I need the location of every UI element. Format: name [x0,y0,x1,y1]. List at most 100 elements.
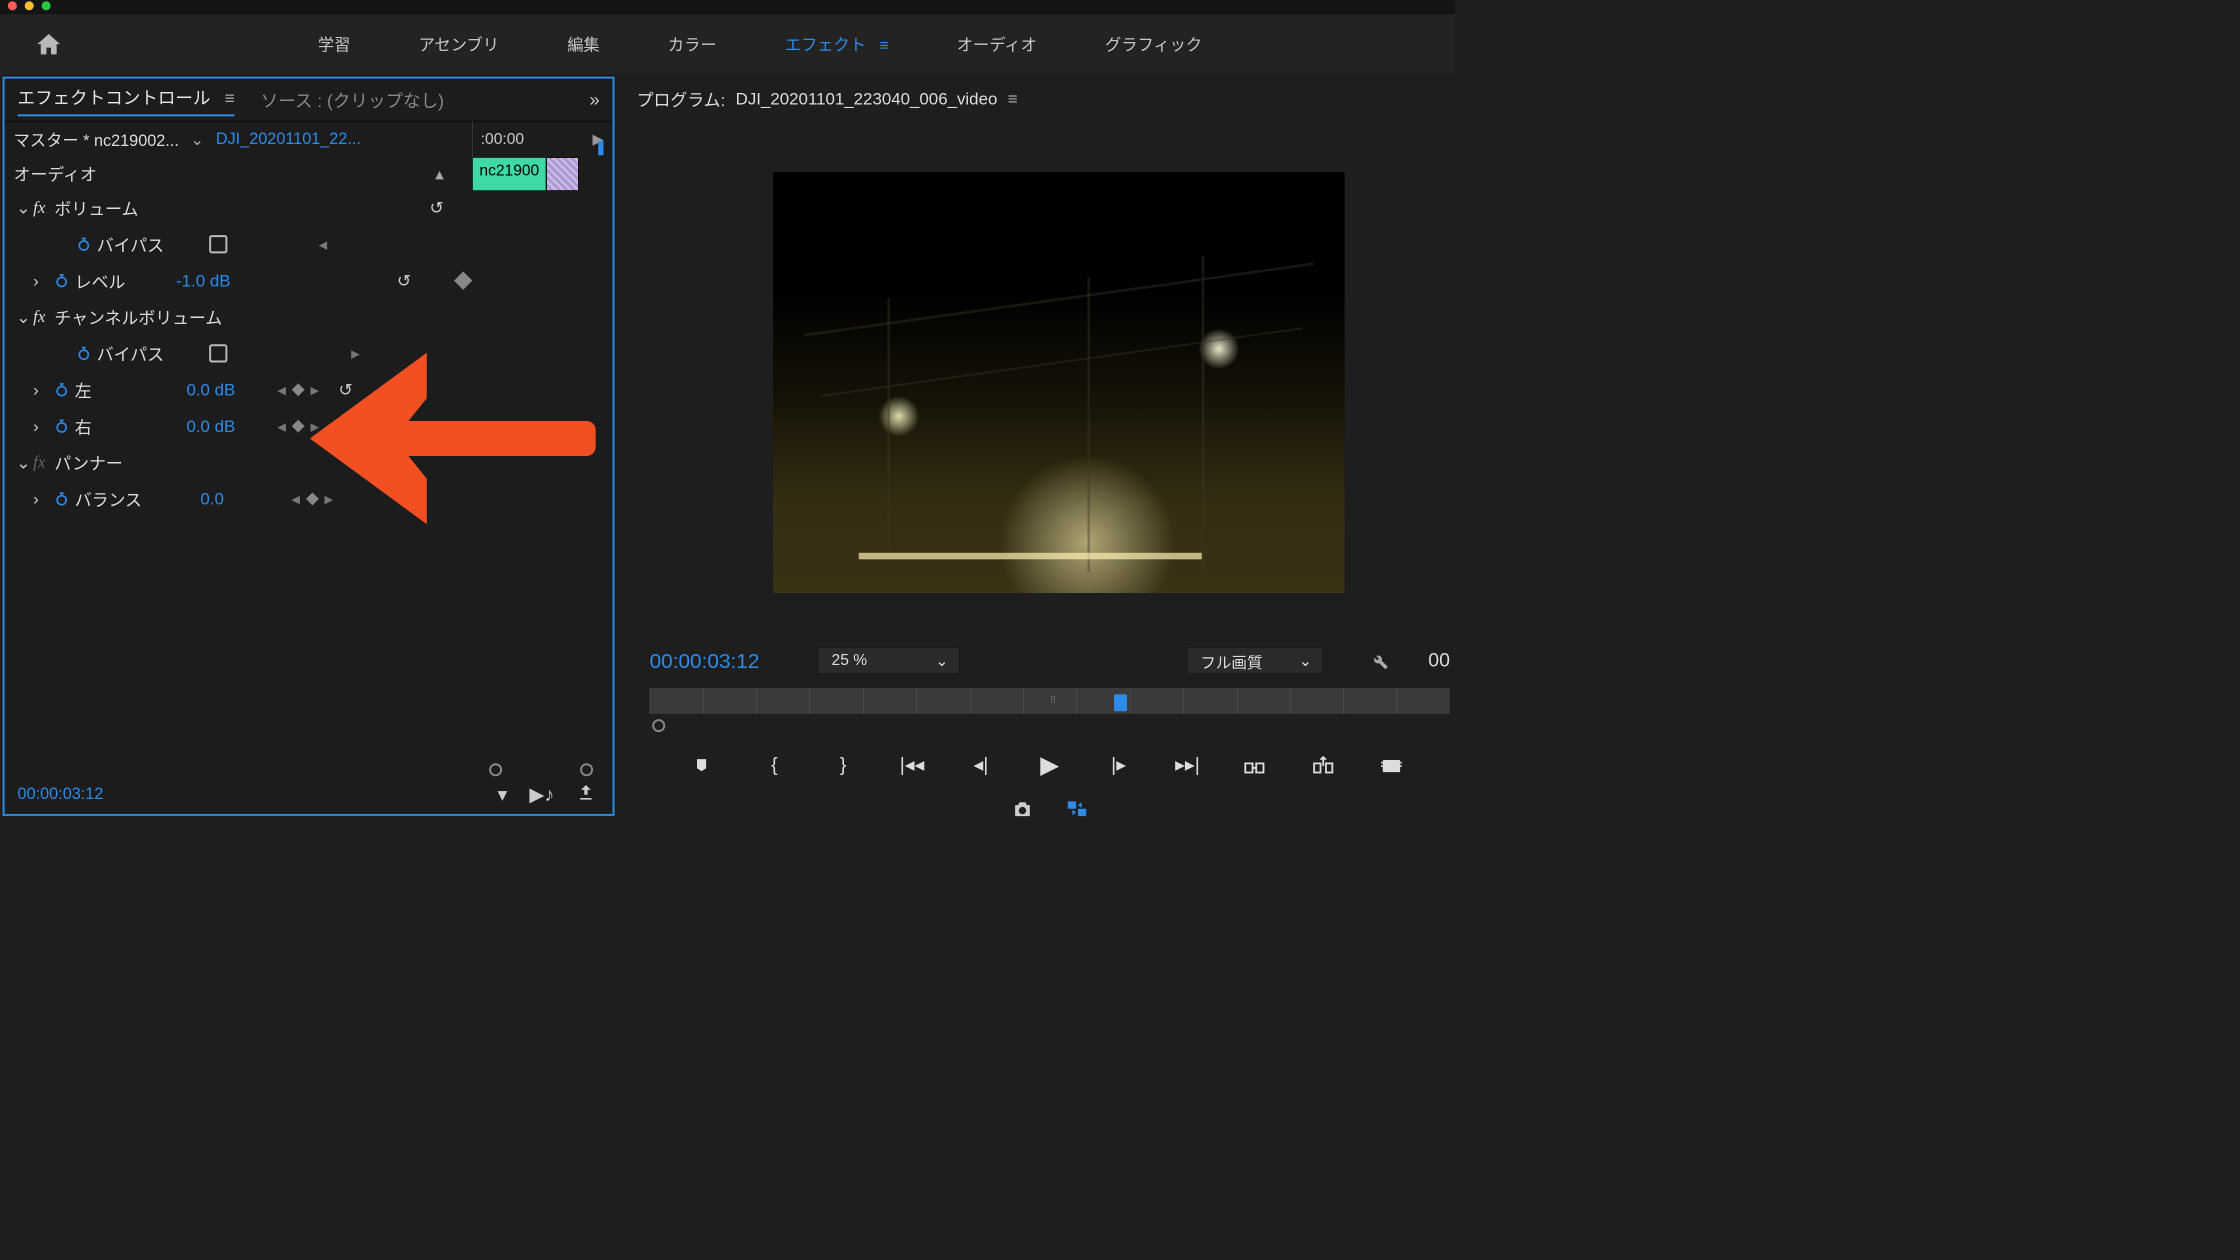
wrench-icon[interactable] [1368,650,1389,671]
next-keyframe-icon[interactable]: ▸ [351,343,359,363]
chevron-down-icon: ⌄ [1299,651,1312,670]
export-frame-icon[interactable] [1381,756,1407,774]
prev-keyframe-icon[interactable]: ◂ [291,489,299,509]
tab-learn[interactable]: 学習 [318,32,350,55]
right-label: 右 [75,414,92,438]
effect-mini-timeline[interactable]: :00:00 nc21900 [472,121,607,191]
fx-icon[interactable]: fx [33,453,45,472]
duration-timecode: 00 [1428,650,1450,672]
fx-icon[interactable]: fx [33,307,45,326]
expand-balance[interactable]: › [14,489,33,509]
zoom-select[interactable]: 25 %⌄ [818,647,960,674]
stopwatch-icon[interactable] [54,382,70,398]
balance-value[interactable]: 0.0 [200,489,278,509]
stopwatch-icon[interactable] [54,273,70,289]
window-zoom-dot[interactable] [42,1,51,10]
workspace-tabs: 学習 アセンブリ 編集 カラー エフェクト ≡ オーディオ グラフィック [65,32,1455,55]
program-sequence-name: DJI_20201101_223040_006_video [736,89,998,109]
mark-in-icon[interactable] [692,756,718,774]
play-icon[interactable]: ▶ [1037,750,1063,779]
next-keyframe-icon[interactable]: ▸ [311,380,319,400]
extract-icon[interactable] [1312,756,1338,774]
step-back-icon[interactable]: ◂| [968,754,994,777]
mini-timeline-start: :00:00 [481,130,524,148]
panel-tab-effect-controls[interactable]: エフェクトコントロール ≡ [18,83,235,115]
tab-effects[interactable]: エフェクト ≡ [785,32,889,55]
left-value[interactable]: 0.0 dB [186,380,264,400]
chevron-down-icon[interactable]: ⌄ [191,130,205,149]
tab-editing[interactable]: 編集 [567,32,599,55]
reset-icon[interactable]: ↺ [397,271,411,291]
playhead[interactable] [1114,694,1127,711]
home-button[interactable] [32,28,64,60]
quality-select[interactable]: フル画質⌄ [1187,647,1323,674]
master-clip-label[interactable]: マスター * nc219002... [14,128,179,151]
step-forward-icon[interactable]: |▸ [1106,754,1132,777]
bypass-checkbox[interactable] [209,235,227,253]
bypass-checkbox[interactable] [209,344,227,362]
keyframe-marker[interactable] [454,271,472,289]
expand-left[interactable]: › [14,380,33,400]
scroll-handle[interactable] [489,763,502,776]
collapse-icon[interactable]: ▴ [435,163,443,183]
expand-icon[interactable]: » [589,89,599,110]
panel-timecode[interactable]: 00:00:03:12 [18,785,104,804]
play-only-icon[interactable]: ▶♪ [529,783,554,806]
panel-menu-icon[interactable]: ≡ [1008,89,1018,109]
next-keyframe-icon[interactable]: ▸ [325,489,333,509]
filter-icon[interactable]: ▾ [498,783,508,806]
stopwatch-icon[interactable] [76,236,92,252]
window-close-dot[interactable] [8,1,17,10]
prev-keyframe-icon[interactable]: ◂ [319,234,327,254]
sequence-clip-label[interactable]: DJI_20201101_22... [216,130,361,149]
audio-section-label: オーディオ [14,161,97,185]
prev-keyframe-icon[interactable]: ◂ [277,380,285,400]
go-to-out-icon[interactable]: ▸▸| [1174,754,1200,777]
add-keyframe-icon[interactable] [292,420,305,433]
tab-graphics[interactable]: グラフィック [1105,32,1202,55]
bypass-label: バイパス [97,341,164,365]
add-keyframe-icon[interactable] [292,383,305,396]
bypass-label: バイパス [97,232,164,256]
tab-color[interactable]: カラー [668,32,717,55]
program-timecode[interactable]: 00:00:03:12 [650,649,760,673]
mini-clip-audio[interactable]: nc21900 [472,157,546,191]
bracket-out-icon[interactable]: } [830,754,856,776]
reset-icon[interactable]: ↺ [339,380,353,400]
stopwatch-icon[interactable] [76,346,92,362]
level-value[interactable]: -1.0 dB [176,271,254,291]
bracket-in-icon[interactable]: { [761,754,787,776]
expand-volume[interactable]: ⌄ [14,198,33,218]
zoom-scroll-handle[interactable] [652,719,665,732]
export-icon[interactable] [576,783,595,806]
tab-audio[interactable]: オーディオ [957,32,1037,55]
stopwatch-icon[interactable] [54,418,70,434]
go-to-in-icon[interactable]: |◂◂ [899,754,925,777]
add-keyframe-icon[interactable] [306,492,319,505]
window-minimize-dot[interactable] [25,1,34,10]
expand-channel-volume[interactable]: ⌄ [14,307,33,327]
scroll-handle[interactable] [580,763,593,776]
reset-icon[interactable]: ↺ [430,198,444,218]
next-keyframe-icon[interactable]: ▸ [311,416,319,436]
expand-panner[interactable]: ⌄ [14,452,33,472]
fx-icon[interactable]: fx [33,198,45,217]
mini-playhead[interactable] [598,141,603,155]
tab-assembly[interactable]: アセンブリ [419,32,499,55]
comparison-view-icon[interactable] [1066,799,1088,818]
expand-right[interactable]: › [14,416,33,436]
panel-menu-icon[interactable]: ≡ [224,88,234,107]
hamburger-icon[interactable]: ≡ [875,37,888,55]
camera-icon[interactable] [1011,799,1033,818]
lift-icon[interactable] [1243,756,1269,774]
expand-level[interactable]: › [14,271,33,291]
program-scrubber[interactable]: ⠿ [650,688,1450,714]
reset-icon[interactable]: ↺ [339,416,353,436]
stopwatch-icon[interactable] [54,491,70,507]
prev-keyframe-icon[interactable]: ◂ [277,416,285,436]
program-video-frame[interactable] [773,172,1345,593]
right-value[interactable]: 0.0 dB [186,416,264,436]
panel-tab-source[interactable]: ソース : (クリップなし) [261,87,444,112]
panner-label: パンナー [54,450,122,474]
mini-clip-video[interactable] [546,157,578,191]
